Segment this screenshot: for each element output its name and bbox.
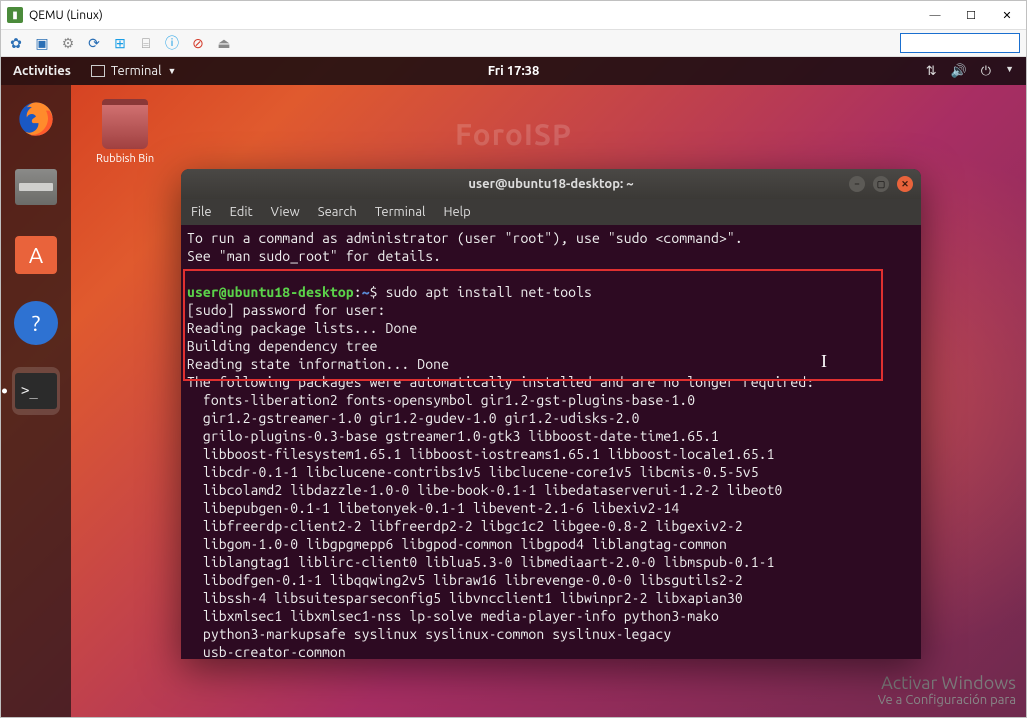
clock[interactable]: Fri 17:38: [488, 64, 540, 78]
menu-help[interactable]: Help: [443, 205, 470, 219]
system-tray[interactable]: ⇅ 🔊 ⏻ ▼: [926, 64, 1026, 79]
qemu-toolbar: ✿ ▣ ⚙ ⟳ ⊞ ⌸ ⓘ ⊘ ⏏: [1, 29, 1026, 57]
menu-search[interactable]: Search: [318, 205, 357, 219]
terminal-line: libepubgen-0.1-1 libetonyek-0.1-1 libeve…: [187, 500, 679, 516]
chevron-down-icon: ▼: [1005, 64, 1014, 79]
activation-heading: Activar Windows: [878, 673, 1016, 693]
terminal-line: liblangtag1 liblirc-client0 liblua5.3-0 …: [187, 554, 775, 570]
text-cursor-icon: I: [821, 351, 827, 372]
terminal-line: gir1.2-gstreamer-1.0 gir1.2-gudev-1.0 gi…: [187, 410, 640, 426]
terminal-line: Reading state information... Done: [187, 356, 449, 372]
terminal-close[interactable]: ✕: [897, 176, 913, 192]
network-icon[interactable]: ⇅: [926, 64, 937, 79]
eject-icon[interactable]: ⏏: [215, 36, 233, 50]
menu-edit[interactable]: Edit: [230, 205, 253, 219]
prompt-path: ~: [362, 284, 370, 300]
prompt-user: user@ubuntu18-desktop: [187, 284, 354, 300]
close-button[interactable]: ✕: [998, 9, 1016, 22]
vm-screen: Activities Terminal ▼ Fri 17:38 ⇅ 🔊 ⏻ ▼: [1, 57, 1026, 717]
qemu-icon: ▮: [7, 7, 23, 23]
terminal-line: usb-creator-common: [187, 644, 346, 659]
help-icon: ?: [14, 301, 58, 345]
terminal-title-text: user@ubuntu18-desktop: ~: [468, 177, 633, 191]
terminal-line: To run a command as administrator (user …: [187, 230, 743, 246]
files-icon: [15, 169, 57, 205]
app-indicator[interactable]: Terminal ▼: [83, 64, 185, 78]
terminal-line: libboost-filesystem1.65.1 libboost-iostr…: [187, 446, 775, 462]
app-indicator-label: Terminal: [111, 64, 162, 78]
terminal-titlebar[interactable]: user@ubuntu18-desktop: ~ – ▢ ✕: [181, 169, 921, 199]
menu-terminal[interactable]: Terminal: [375, 205, 426, 219]
gnome-top-bar: Activities Terminal ▼ Fri 17:38 ⇅ 🔊 ⏻ ▼: [1, 57, 1026, 85]
trash-desktop-icon[interactable]: Rubbish Bin: [96, 99, 154, 165]
menu-view[interactable]: View: [271, 205, 300, 219]
terminal-line: The following packages were automaticall…: [187, 374, 814, 390]
watermark-text: ForoISP: [455, 117, 572, 151]
terminal-output[interactable]: To run a command as administrator (user …: [181, 225, 921, 659]
qemu-search-input[interactable]: [900, 33, 1020, 53]
terminal-line: [sudo] password for user:: [187, 302, 386, 318]
trash-label: Rubbish Bin: [96, 153, 154, 165]
terminal-line: libcolamd2 libdazzle-1.0-0 libe-book-0.1…: [187, 482, 783, 498]
stop-icon[interactable]: ⊘: [189, 36, 207, 50]
power-icon[interactable]: ⏻: [981, 64, 991, 79]
terminal-window-controls: – ▢ ✕: [849, 176, 913, 192]
terminal-window[interactable]: user@ubuntu18-desktop: ~ – ▢ ✕ File Edit…: [181, 169, 921, 659]
windows-activation-watermark: Activar Windows Ve a Configuración para: [878, 673, 1016, 707]
activities-button[interactable]: Activities: [1, 64, 83, 78]
terminal-line: libfreerdp-client2-2 libfreerdp2-2 libgc…: [187, 518, 743, 534]
terminal-line: libxmlsec1 libxmlsec1-nss lp-solve media…: [187, 608, 719, 624]
terminal-line: See "man sudo_root" for details.: [187, 248, 441, 264]
qemu-titlebar[interactable]: ▮ QEMU (Linux) — ☐ ✕: [1, 1, 1026, 29]
prompt-sep: :: [354, 284, 362, 300]
terminal-line: libodfgen-0.1-1 libqqwing2v5 libraw16 li…: [187, 572, 743, 588]
dock-software[interactable]: A: [12, 231, 60, 279]
terminal-minimize[interactable]: –: [849, 176, 865, 192]
info-icon[interactable]: ⓘ: [163, 36, 181, 50]
terminal-line: Building dependency tree: [187, 338, 378, 354]
maximize-button[interactable]: ☐: [962, 9, 980, 22]
settings-icon[interactable]: ⚙: [59, 36, 77, 50]
terminal-icon: >_: [15, 373, 57, 409]
monitor-icon[interactable]: ▣: [33, 36, 51, 50]
terminal-line: fonts-liberation2 fonts-opensymbol gir1.…: [187, 392, 695, 408]
prompt-dollar: $: [370, 284, 378, 300]
trash-icon: [102, 99, 148, 149]
dock-terminal[interactable]: >_: [12, 367, 60, 415]
activation-sub: Ve a Configuración para: [878, 693, 1016, 707]
command-text: sudo apt install net-tools: [386, 284, 592, 300]
terminal-maximize[interactable]: ▢: [873, 176, 889, 192]
refresh-icon[interactable]: ⟳: [85, 36, 103, 50]
menu-file[interactable]: File: [191, 205, 212, 219]
terminal-line: grilo-plugins-0.3-base gstreamer1.0-gtk3…: [187, 428, 719, 444]
window-controls: — ☐ ✕: [926, 9, 1020, 22]
dock: A ? >_: [1, 85, 71, 717]
sound-icon[interactable]: 🔊: [951, 64, 967, 79]
dock-help[interactable]: ?: [12, 299, 60, 347]
disk-icon[interactable]: ⌸: [137, 36, 155, 50]
dock-firefox[interactable]: [12, 95, 60, 143]
gear-icon[interactable]: ✿: [7, 36, 25, 50]
chevron-down-icon: ▼: [168, 66, 177, 76]
terminal-icon: [91, 65, 105, 77]
minimize-button[interactable]: —: [926, 9, 944, 22]
software-icon: A: [15, 236, 57, 274]
qemu-title-text: QEMU (Linux): [29, 9, 103, 22]
terminal-line: Reading package lists... Done: [187, 320, 417, 336]
terminal-line: libssh-4 libsuitesparseconfig5 libvnccli…: [187, 590, 743, 606]
terminal-line: libgom-1.0-0 libgpgmepp6 libgpod-common …: [187, 536, 727, 552]
terminal-line: python3-markupsafe syslinux syslinux-com…: [187, 626, 671, 642]
dock-files[interactable]: [12, 163, 60, 211]
terminal-line: libcdr-0.1-1 libclucene-contribs1v5 libc…: [187, 464, 759, 480]
firefox-icon: [16, 99, 56, 139]
qemu-window: ▮ QEMU (Linux) — ☐ ✕ ✿ ▣ ⚙ ⟳ ⊞ ⌸ ⓘ ⊘ ⏏ A…: [0, 0, 1027, 718]
terminal-menubar: File Edit View Search Terminal Help: [181, 199, 921, 225]
windows-icon[interactable]: ⊞: [111, 36, 129, 50]
